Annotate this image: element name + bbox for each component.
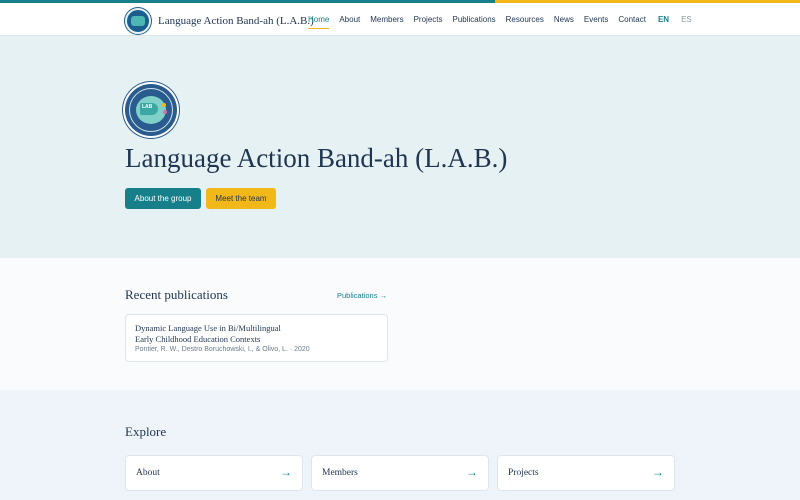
- tile-label: Members: [322, 468, 358, 478]
- site-name: Language Action Band-ah (L.A.B.): [158, 15, 314, 27]
- publication-card[interactable]: Dynamic Language Use in Bi/Multilingual …: [125, 314, 388, 362]
- lab-seal-logo: LAB: [125, 84, 177, 136]
- about-group-button[interactable]: About the group: [125, 188, 201, 209]
- nav-events[interactable]: Events: [584, 12, 608, 27]
- nav-members[interactable]: Members: [370, 12, 403, 27]
- explore-tile-about[interactable]: About →: [125, 455, 303, 491]
- lab-logo-icon: [125, 8, 151, 34]
- publication-meta: Pontier, R. W., Destro Boruchowski, I., …: [135, 346, 310, 353]
- arrow-right-icon: →: [280, 465, 292, 479]
- nav-about[interactable]: About: [339, 12, 360, 27]
- site-header: Language Action Band-ah (L.A.B.) Home Ab…: [0, 3, 800, 36]
- tile-label: Projects: [508, 468, 539, 478]
- nav-news[interactable]: News: [554, 12, 574, 27]
- main-nav: Home About Members Projects Publications…: [308, 3, 702, 35]
- publication-title-line1: Dynamic Language Use in Bi/Multilingual: [135, 323, 281, 333]
- explore-heading: Explore: [125, 424, 167, 439]
- publications-link[interactable]: Publications →: [337, 291, 387, 300]
- arrow-right-icon: →: [466, 465, 478, 479]
- explore-tile-members[interactable]: Members →: [311, 455, 489, 491]
- brand-link[interactable]: Language Action Band-ah (L.A.B.): [125, 8, 314, 34]
- recent-publications-section: Recent publications Publications →: [0, 258, 800, 390]
- arrow-right-icon: →: [652, 465, 664, 479]
- nav-publications[interactable]: Publications: [453, 12, 496, 27]
- lang-en[interactable]: EN: [658, 15, 669, 24]
- nav-projects[interactable]: Projects: [414, 12, 443, 27]
- nav-home[interactable]: Home: [308, 12, 330, 29]
- tile-label: About: [136, 468, 160, 478]
- nav-resources[interactable]: Resources: [506, 12, 544, 27]
- hero-title: Language Action Band-ah (L.A.B.): [125, 143, 508, 173]
- seal-tag: LAB: [142, 104, 153, 110]
- explore-tile-projects[interactable]: Projects →: [497, 455, 675, 491]
- publications-heading: Recent publications: [125, 287, 228, 302]
- publication-title-line2: Early Childhood Education Contexts: [135, 334, 261, 344]
- nav-contact[interactable]: Contact: [618, 12, 646, 27]
- meet-team-button[interactable]: Meet the team: [206, 188, 276, 209]
- lang-es[interactable]: ES: [681, 15, 692, 24]
